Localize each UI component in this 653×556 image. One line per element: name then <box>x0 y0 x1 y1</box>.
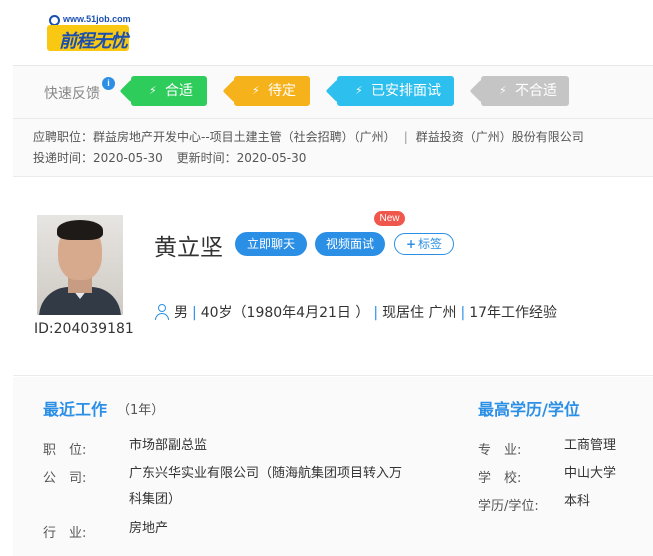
feedback-interview-scheduled-button[interactable]: ⚡ 已安排面试 <box>337 76 454 106</box>
applied-position: 群益房地产开发中心--项目土建主管（社会招聘）（广州） <box>93 130 396 144</box>
work-position-value: 市场部副总监 <box>129 438 208 453</box>
lightning-icon: ⚡ <box>149 84 157 97</box>
work-experience: 17年工作经验 <box>469 305 558 321</box>
lightning-icon: ⚡ <box>499 84 507 97</box>
work-company-value-line1: 广东兴华实业有限公司（随海航集团项目转入万 <box>129 466 403 481</box>
feedback-unsuitable-button[interactable]: ⚡ 不合适 <box>481 76 569 106</box>
candidate-profile: ID:204039181 黄立坚 立即聊天 视频面试 New + 标签 男 | 40岁… <box>13 178 653 376</box>
feedback-pending-label: 待定 <box>268 83 296 99</box>
gender: 男 <box>174 305 188 321</box>
edu-degree-value: 本科 <box>564 494 591 509</box>
plus-icon: + <box>405 237 417 251</box>
feedback-unsuitable-label: 不合适 <box>515 83 557 99</box>
recent-work-title: 最近工作 <box>43 400 108 419</box>
separator: | <box>192 305 197 321</box>
new-badge: New <box>374 211 405 226</box>
recent-work-duration: （1年） <box>117 403 165 418</box>
age: 40岁（1980年4月21日 ） <box>200 305 370 321</box>
work-position-label: 职 位: <box>43 443 87 458</box>
logo-url: www.51job.com <box>63 14 131 24</box>
feedback-interview-scheduled-label: 已安排面试 <box>371 83 441 99</box>
add-tag-button[interactable]: + 标签 <box>394 233 454 255</box>
work-education-section: 最近工作 （1年） 职 位: 市场部副总监 公 司: 广东兴华实业有限公司（随海… <box>13 377 653 556</box>
51job-logo[interactable]: www.51job.com 前程无忧 <box>47 14 131 52</box>
add-tag-label: 标签 <box>418 237 443 251</box>
info-icon[interactable]: i <box>102 77 115 90</box>
edu-major-value: 工商管理 <box>564 438 617 453</box>
separator: | <box>373 305 379 321</box>
submit-time-label: 投递时间： <box>33 151 94 165</box>
video-interview-button[interactable]: 视频面试 <box>315 232 385 256</box>
edu-major-label: 专 业: <box>478 443 522 458</box>
chat-now-button[interactable]: 立即聊天 <box>235 232 307 256</box>
applied-company: 群益投资（广州）股份有限公司 <box>415 130 584 144</box>
application-position-row: 应聘职位：群益房地产开发中心--项目土建主管（社会招聘）（广州） | 群益投资（广州… <box>33 128 584 145</box>
feedback-suitable-label: 合适 <box>165 83 193 99</box>
edu-school-value: 中山大学 <box>564 466 617 481</box>
quick-feedback-label: 快速反馈 <box>44 86 100 102</box>
application-info: 应聘职位：群益房地产开发中心--项目土建主管（社会招聘）（广州） | 群益投资（广州… <box>13 119 653 177</box>
feedback-pending-button[interactable]: ⚡ 待定 <box>234 76 310 106</box>
lightning-icon: ⚡ <box>252 84 260 97</box>
edu-school-label: 学 校: <box>478 471 522 486</box>
separator: | <box>460 305 466 321</box>
candidate-basic-info: 男 | 40岁（1980年4月21日 ） | 现居住 广州 | 17年工作经验 <box>154 302 557 322</box>
position-label: 应聘职位： <box>33 130 94 144</box>
work-industry-value: 房地产 <box>129 521 169 536</box>
work-industry-label: 行 业: <box>43 526 87 541</box>
residence: 现居住 广州 <box>382 305 457 321</box>
quick-feedback-bar: 快速反馈 i ⚡ 合适 ⚡ 待定 ⚡ 已安排面试 ⚡ 不合适 <box>13 66 653 119</box>
work-company-label: 公 司: <box>43 471 87 486</box>
logo-brand-text: 前程无忧 <box>59 31 128 52</box>
application-time-row: 投递时间：2020-05-30 更新时间：2020-05-30 <box>33 149 306 166</box>
submit-time: 2020-05-30 <box>93 151 163 165</box>
update-time-label: 更新时间： <box>176 151 237 165</box>
person-icon <box>154 304 170 320</box>
work-company-value-line2: 科集团） <box>129 492 182 507</box>
avatar <box>37 215 123 315</box>
logo-badge: 前程无忧 <box>47 25 129 52</box>
feedback-suitable-button[interactable]: ⚡ 合适 <box>131 76 207 106</box>
lightning-icon: ⚡ <box>355 84 363 97</box>
candidate-name: 黄立坚 <box>154 235 223 261</box>
candidate-id: ID:204039181 <box>34 321 134 337</box>
update-time: 2020-05-30 <box>236 151 307 165</box>
edu-degree-label: 学历/学位: <box>478 499 539 514</box>
separator: | <box>403 130 408 144</box>
education-title: 最高学历/学位 <box>478 400 580 419</box>
header: www.51job.com 前程无忧 <box>13 0 653 66</box>
